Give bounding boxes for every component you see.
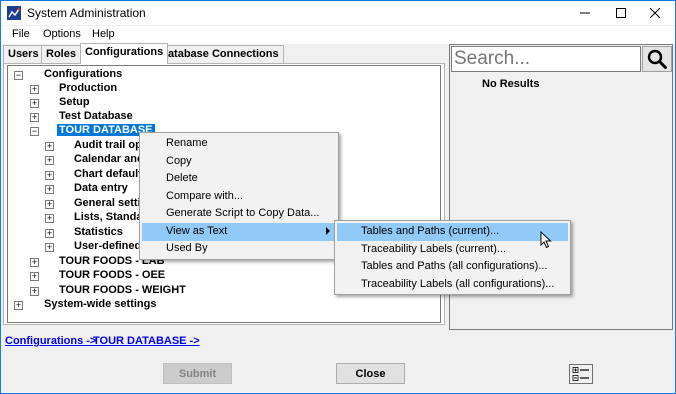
tree-label: Statistics — [74, 226, 123, 238]
tab-users[interactable]: Users — [3, 45, 44, 63]
menu-item-tables-paths-current[interactable]: Tables and Paths (current)... — [337, 223, 568, 241]
close-icon — [650, 8, 660, 18]
context-menu: Rename Copy Delete Compare with... Gener… — [139, 132, 339, 260]
menu-file[interactable]: File — [12, 28, 30, 40]
menu-help[interactable]: Help — [92, 28, 115, 40]
app-icon — [7, 6, 21, 20]
expand-icon[interactable]: + — [45, 185, 54, 194]
expand-icon[interactable]: + — [45, 200, 54, 209]
breadcrumb-tour-database[interactable]: TOUR DATABASE -> — [93, 335, 200, 347]
search-icon — [647, 49, 667, 69]
window-title: System Administration — [27, 6, 146, 20]
search-input[interactable] — [451, 46, 641, 72]
menu-item-generate-script[interactable]: Generate Script to Copy Data... — [142, 205, 336, 223]
maximize-button[interactable] — [604, 1, 638, 25]
title-bar: System Administration — [1, 1, 675, 25]
tree-label: Chart defaults — [74, 168, 148, 180]
tree-label: Configurations — [44, 68, 123, 80]
expand-icon[interactable]: + — [30, 287, 39, 296]
expand-icon[interactable]: + — [14, 301, 23, 310]
maximize-icon — [616, 8, 626, 18]
menu-item-compare-with[interactable]: Compare with... — [142, 188, 336, 206]
menu-options[interactable]: Options — [43, 28, 81, 40]
tree-label: TOUR FOODS - OEE — [59, 269, 166, 281]
expand-icon[interactable]: + — [30, 113, 39, 122]
search-results-text: No Results — [482, 78, 540, 90]
close-window-button[interactable] — [638, 1, 672, 25]
tree-label: Production — [59, 82, 118, 94]
search-button[interactable] — [642, 46, 672, 72]
menu-bar: File Options Help — [1, 26, 675, 44]
tab-database-connections[interactable]: Database Connections — [155, 45, 284, 63]
expand-icon[interactable]: + — [30, 258, 39, 267]
tree-label: TOUR FOODS - WEIGHT — [59, 284, 186, 296]
breadcrumb-configurations[interactable]: Configurations -> — [5, 335, 96, 347]
menu-item-rename[interactable]: Rename — [142, 135, 336, 153]
menu-item-traceability-labels-current[interactable]: Traceability Labels (current)... — [337, 241, 568, 259]
tree-label: Setup — [59, 96, 90, 108]
menu-item-used-by[interactable]: Used By — [142, 240, 336, 258]
menu-item-traceability-labels-all[interactable]: Traceability Labels (all configurations)… — [337, 276, 568, 294]
expand-icon[interactable]: + — [30, 99, 39, 108]
menu-item-delete[interactable]: Delete — [142, 170, 336, 188]
expand-icon[interactable]: + — [45, 229, 54, 238]
tree-label: Test Database — [59, 110, 133, 122]
collapse-icon[interactable]: − — [30, 127, 39, 136]
tree-label: System-wide settings — [44, 298, 157, 310]
menu-item-tables-paths-all[interactable]: Tables and Paths (all configurations)... — [337, 258, 568, 276]
submit-button[interactable]: Submit — [163, 363, 232, 384]
expand-icon[interactable]: + — [30, 85, 39, 94]
tree-label: Data entry — [74, 182, 128, 194]
tab-roles[interactable]: Roles — [41, 45, 81, 63]
submenu-arrow-icon — [326, 227, 330, 235]
expand-collapse-icon — [572, 367, 589, 381]
tab-configurations[interactable]: Configurations — [80, 43, 169, 64]
menu-item-label: View as Text — [166, 225, 228, 237]
menu-item-copy[interactable]: Copy — [142, 153, 336, 171]
minimize-icon — [580, 12, 590, 14]
view-as-text-submenu: Tables and Paths (current)... Traceabili… — [334, 220, 571, 295]
system-administration-window: System Administration File Options Help … — [0, 0, 676, 394]
minimize-button[interactable] — [568, 1, 602, 25]
expand-icon[interactable]: + — [45, 214, 54, 223]
mouse-cursor-icon — [540, 231, 552, 249]
expand-icon[interactable]: + — [45, 243, 54, 252]
menu-item-view-as-text[interactable]: View as Text — [142, 223, 336, 241]
expand-icon[interactable]: + — [30, 272, 39, 281]
expand-icon[interactable]: + — [45, 171, 54, 180]
expand-icon[interactable]: + — [45, 156, 54, 165]
expand-icon[interactable]: + — [45, 142, 54, 151]
close-button[interactable]: Close — [336, 363, 405, 384]
collapse-icon[interactable]: − — [14, 71, 23, 80]
expand-collapse-all-button[interactable] — [569, 364, 593, 384]
